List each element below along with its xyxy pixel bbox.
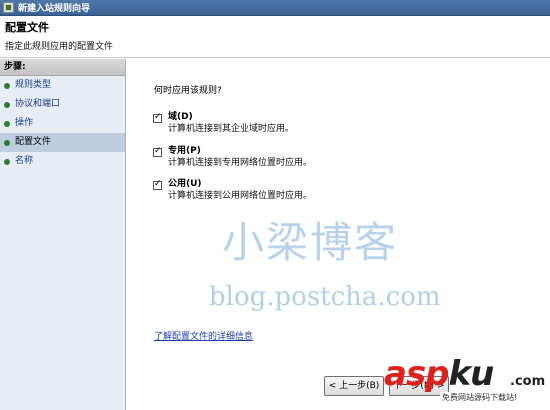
domain-description: 计算机连接到其企业域时应用。 bbox=[168, 124, 295, 134]
question-label: 何时应用该规则? bbox=[154, 86, 222, 96]
logo-word-a: asp bbox=[384, 354, 450, 394]
domain-label: 域(D) bbox=[168, 112, 193, 122]
step-name[interactable]: 名称 bbox=[0, 152, 125, 171]
step-label: 配置文件 bbox=[15, 137, 52, 147]
window-title: 新建入站规则向导 bbox=[18, 4, 91, 14]
logo-suffix: .com bbox=[510, 374, 546, 389]
logo-word-b: ku bbox=[448, 354, 495, 394]
steps-heading: 步骤: bbox=[0, 59, 125, 76]
public-checkbox[interactable] bbox=[153, 179, 162, 190]
page-header: 配置文件 指定此规则应用的配置文件 bbox=[0, 16, 550, 58]
step-label: 名称 bbox=[15, 156, 34, 166]
site-logo: aspku .com 免费网站源码下载站! bbox=[384, 354, 550, 410]
public-description: 计算机连接到公用网络位置时应用。 bbox=[168, 191, 313, 201]
step-protocol-ports[interactable]: 协议和端口 bbox=[0, 95, 125, 114]
private-option: 专用(P) 计算机连接到专用网络位置时应用。 bbox=[153, 146, 312, 169]
step-label: 规则类型 bbox=[15, 80, 52, 90]
firewall-app-icon bbox=[3, 2, 14, 13]
private-description: 计算机连接到专用网络位置时应用。 bbox=[168, 158, 313, 168]
profile-help-link[interactable]: 了解配置文件的详细信息 bbox=[154, 329, 253, 342]
title-bar: 新建入站规则向导 bbox=[0, 0, 550, 16]
step-bullet-icon bbox=[4, 120, 10, 127]
step-bullet-icon bbox=[4, 82, 10, 89]
public-label: 公用(U) bbox=[168, 179, 202, 189]
page-title: 配置文件 bbox=[5, 21, 49, 34]
back-button[interactable]: < 上一步(B) bbox=[324, 376, 384, 396]
step-bullet-icon bbox=[4, 101, 10, 108]
watermark-title: 小梁博客 bbox=[222, 218, 399, 267]
step-action[interactable]: 操作 bbox=[0, 114, 125, 133]
domain-checkbox[interactable] bbox=[153, 112, 162, 123]
public-option: 公用(U) 计算机连接到公用网络位置时应用。 bbox=[153, 179, 312, 202]
step-label: 协议和端口 bbox=[15, 99, 61, 109]
steps-sidebar: 步骤: 规则类型 协议和端口 操作 配置文件 名称 bbox=[0, 59, 126, 410]
step-rule-type[interactable]: 规则类型 bbox=[0, 76, 125, 95]
private-label: 专用(P) bbox=[168, 146, 201, 156]
step-profile[interactable]: 配置文件 bbox=[0, 133, 125, 152]
logo-tagline: 免费网站源码下载站! bbox=[440, 392, 520, 403]
step-bullet-icon bbox=[4, 158, 10, 165]
page-subtitle: 指定此规则应用的配置文件 bbox=[5, 42, 114, 52]
watermark-url: blog.postcha.com bbox=[209, 282, 441, 312]
domain-option: 域(D) 计算机连接到其企业域时应用。 bbox=[153, 112, 294, 135]
logo-wordmark: aspku bbox=[384, 354, 495, 394]
step-bullet-icon bbox=[4, 139, 10, 146]
private-checkbox[interactable] bbox=[153, 146, 162, 157]
step-label: 操作 bbox=[15, 118, 34, 128]
